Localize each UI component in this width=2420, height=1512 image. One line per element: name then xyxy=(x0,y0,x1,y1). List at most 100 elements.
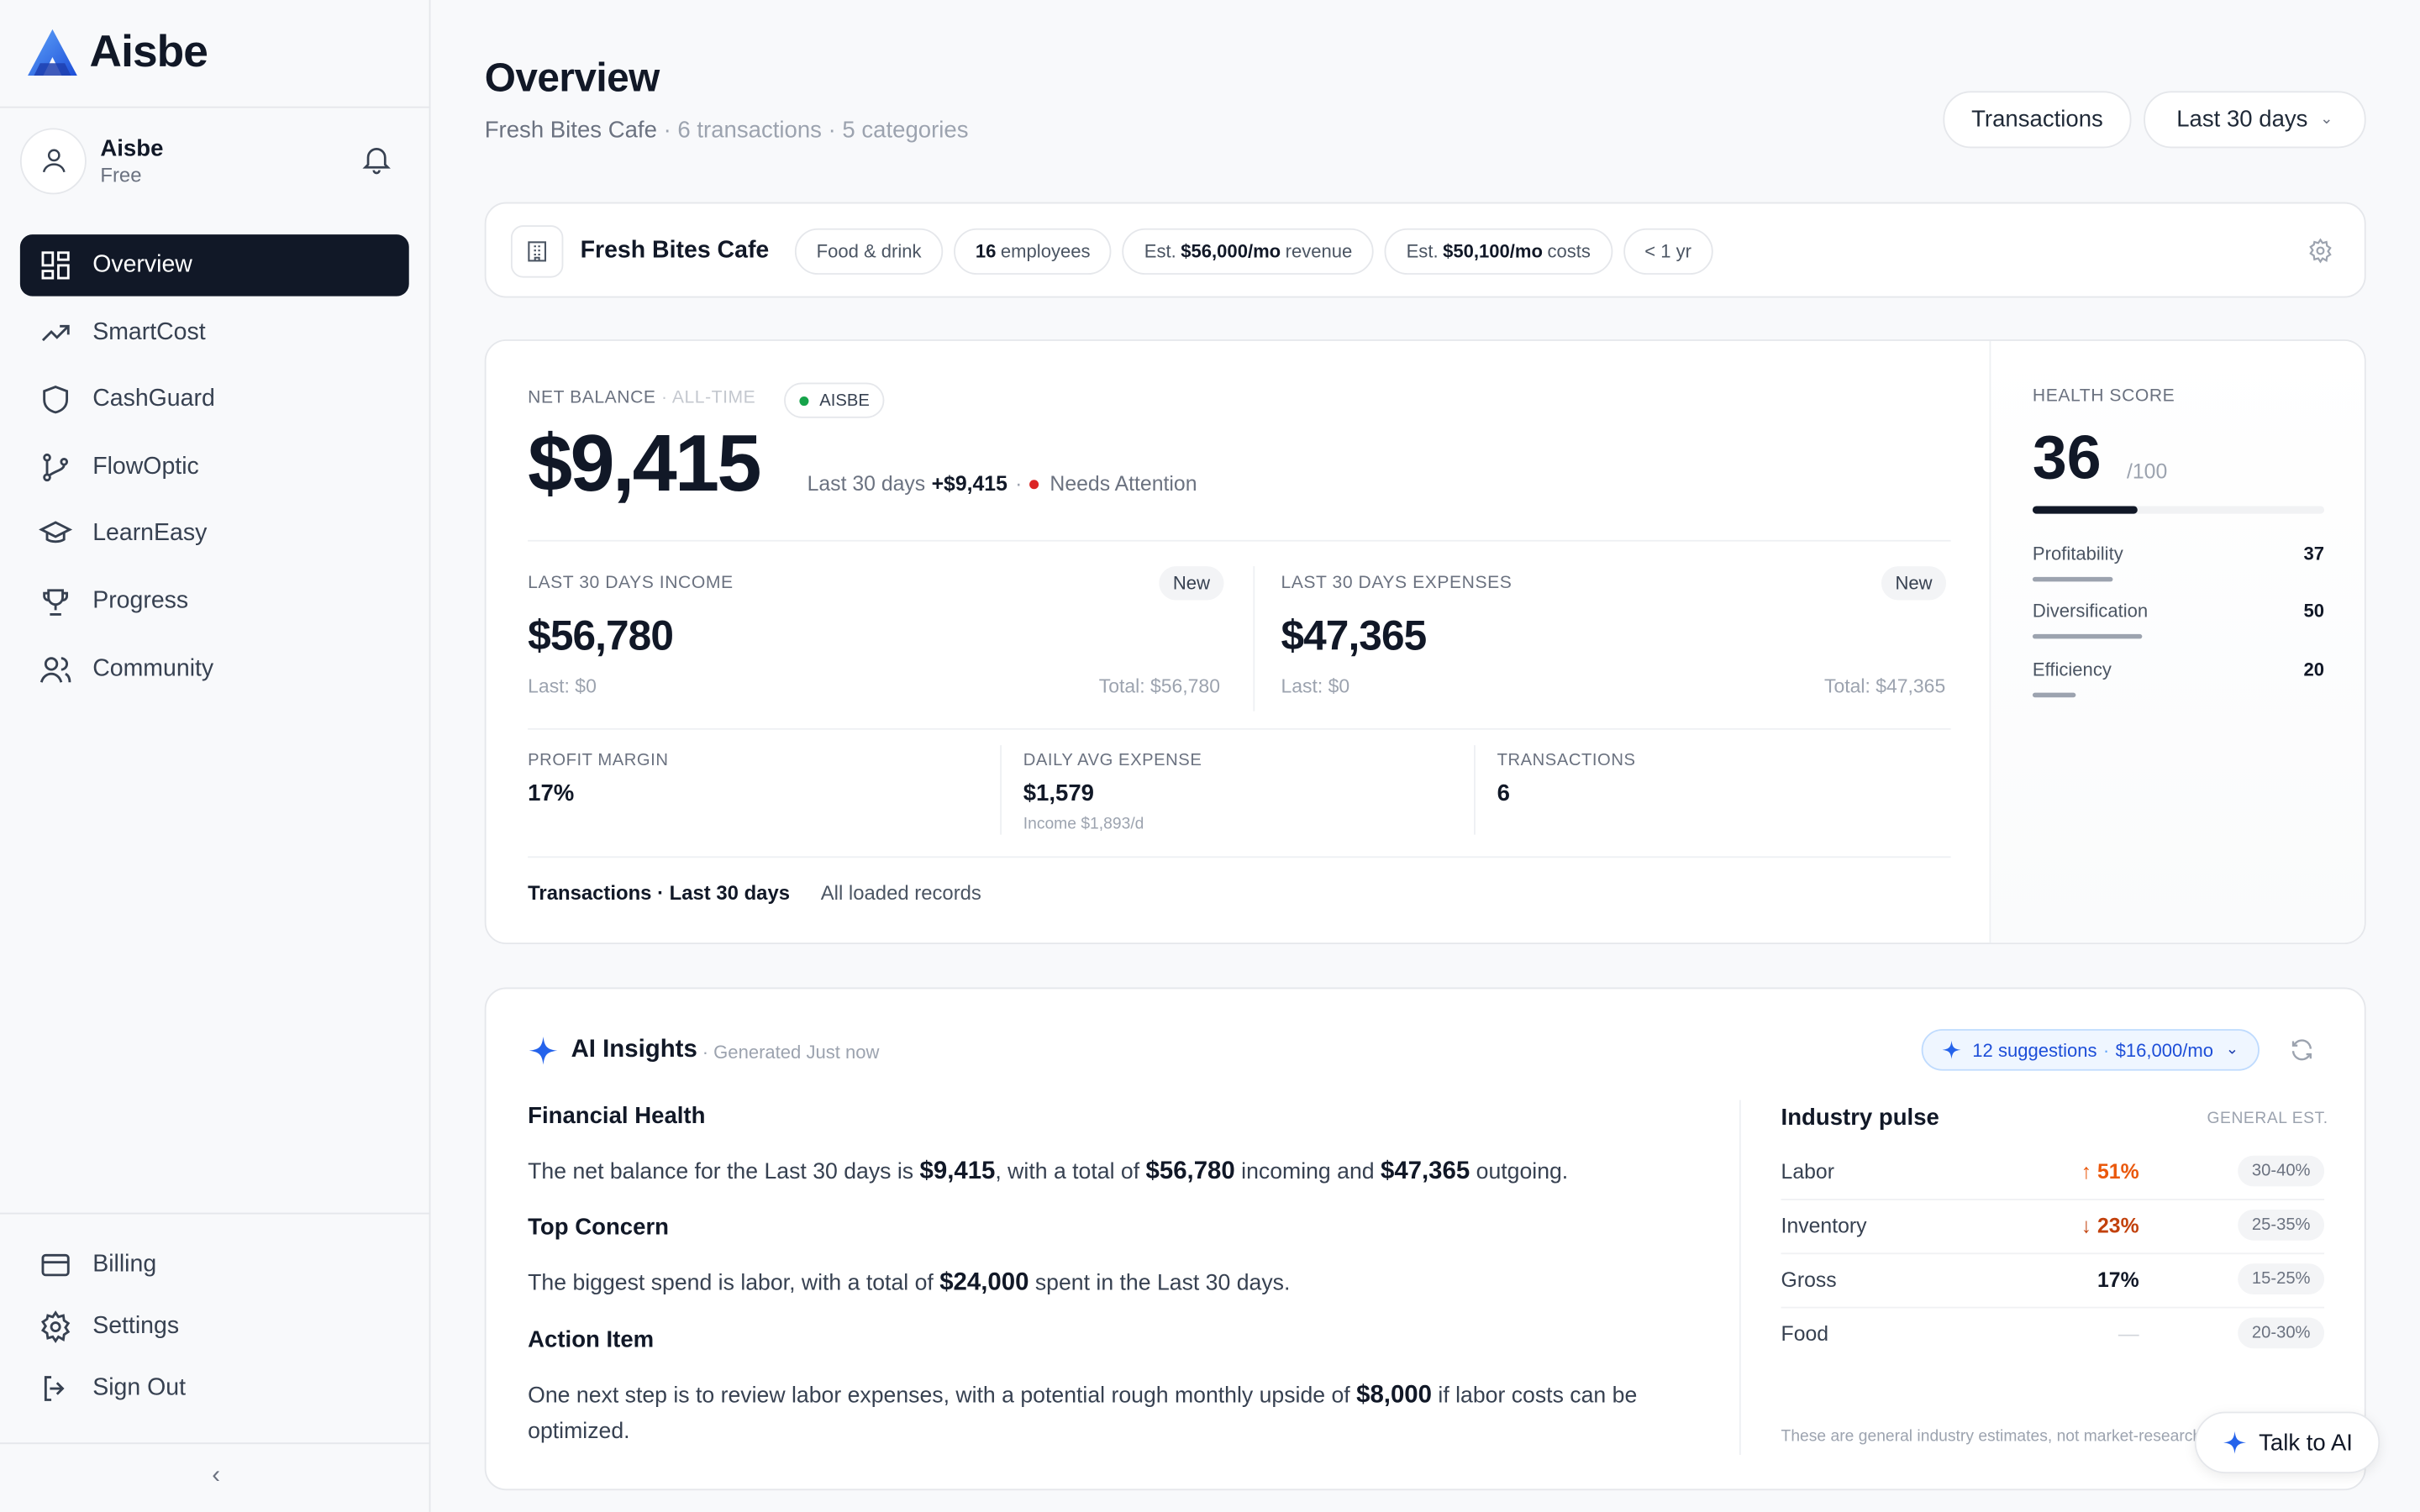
nav-item-smartcost[interactable]: SmartCost xyxy=(20,302,409,363)
divider xyxy=(528,856,1951,858)
balance-meta: Last 30 days +$9,415 · Needs Attention xyxy=(808,472,1197,496)
net-balance-label: NET BALANCE · ALL-TIME xyxy=(528,389,755,407)
chip-employees-text: employees xyxy=(1000,240,1091,263)
nav-label: Settings xyxy=(92,1313,180,1340)
users-icon xyxy=(39,656,71,682)
pulse-value: 17% xyxy=(2097,1268,2139,1292)
nav-label: SmartCost xyxy=(92,318,206,345)
talk-to-ai-button[interactable]: Talk to AI xyxy=(2194,1411,2381,1474)
talk-to-ai-label: Talk to AI xyxy=(2259,1429,2353,1456)
nav-item-overview[interactable]: Overview xyxy=(19,234,409,297)
health-item-name: Diversification xyxy=(2032,600,2149,622)
income-value: $56,780 xyxy=(528,612,674,659)
net-balance-scope: · ALL-TIME xyxy=(660,388,756,407)
health-score-bar xyxy=(2032,506,2325,514)
nav-item-flowoptic[interactable]: FlowOptic xyxy=(20,436,409,497)
health-item-bar xyxy=(2032,576,2114,582)
pulse-name: Inventory xyxy=(1781,1214,1867,1238)
user-profile[interactable]: Aisbe Free xyxy=(19,127,406,195)
separator: · xyxy=(2102,1039,2110,1061)
collapse-sidebar-icon[interactable]: ‹ xyxy=(201,1462,232,1494)
expenses-value: $47,365 xyxy=(1281,612,1427,659)
nav-label: FlowOptic xyxy=(92,453,199,480)
main-content: Overview Fresh Bites Cafe · 6 transactio… xyxy=(430,0,2420,1512)
pulse-name: Gross xyxy=(1781,1268,1837,1292)
chip-age: < 1 yr xyxy=(1623,228,1713,275)
nav-label: Billing xyxy=(92,1251,157,1278)
net-balance-label-text: NET BALANCE xyxy=(528,388,656,407)
industry-pulse-note: These are general industry estimates, no… xyxy=(1781,1426,2198,1446)
subtitle-counts: · 6 transactions · 5 categories xyxy=(656,117,969,144)
nav-item-progress[interactable]: Progress xyxy=(20,571,409,633)
nav-item-settings[interactable]: Settings xyxy=(20,1296,409,1357)
avatar[interactable] xyxy=(19,127,87,194)
refresh-icon[interactable] xyxy=(2289,1037,2315,1063)
brand[interactable]: Aisbe xyxy=(24,24,208,80)
income-label: LAST 30 DAYS INCOME xyxy=(528,574,734,593)
income-new-badge: New xyxy=(1159,566,1224,601)
divider xyxy=(528,539,1951,542)
financial-summary-card: NET BALANCE · ALL-TIME AISBE $9,415 Last… xyxy=(484,339,2366,945)
graduation-cap-icon xyxy=(39,522,73,543)
sparkle-icon xyxy=(529,1036,558,1065)
sparkle-icon xyxy=(1942,1040,1961,1059)
health-item: Efficiency 20 xyxy=(2032,659,2325,698)
income-last: Last: $0 xyxy=(528,675,597,698)
text: outgoing. xyxy=(1470,1160,1569,1185)
pulse-row: Food — 20-30% xyxy=(1781,1309,2325,1362)
profit-margin-label: PROFIT MARGIN xyxy=(528,751,669,770)
pulse-row: Inventory ↓ 23% 25-35% xyxy=(1781,1200,2325,1255)
divider xyxy=(0,1442,431,1445)
health-item-name: Profitability xyxy=(2032,543,2123,565)
status-dot xyxy=(799,396,809,406)
pulse-range: 20-30% xyxy=(2238,1317,2325,1349)
bell-icon[interactable] xyxy=(360,142,393,176)
transactions-footer[interactable]: Transactions · Last 30 days All loaded r… xyxy=(528,881,981,905)
divider xyxy=(528,727,1951,730)
business-chips: Food & drink 16 employees Est. $56,000/mo r… xyxy=(794,228,1713,275)
nav-item-sign-out[interactable]: Sign Out xyxy=(20,1357,409,1419)
sign-out-icon xyxy=(44,1376,65,1401)
profit-margin-value: 17% xyxy=(528,780,575,807)
pulse-row: Labor ↑ 51% 30-40% xyxy=(1781,1147,2325,1200)
text: , with a total of xyxy=(995,1160,1146,1185)
separator: · xyxy=(1015,472,1023,496)
nav-label: LearnEasy xyxy=(92,520,208,547)
user-plan: Free xyxy=(100,162,142,186)
date-range-label: Last 30 days xyxy=(2176,106,2308,133)
gear-icon[interactable] xyxy=(2307,238,2333,264)
highlight-value: $24,000 xyxy=(939,1269,1029,1296)
pulse-value: — xyxy=(2118,1322,2139,1346)
health-score-max: /100 xyxy=(2126,459,2168,483)
building-icon xyxy=(510,225,564,278)
alert-dot xyxy=(1029,479,1039,489)
footer-scope: Transactions · Last 30 days xyxy=(528,880,791,905)
nav-item-learneasy[interactable]: LearnEasy xyxy=(20,503,409,564)
highlight-value: $56,780 xyxy=(1145,1158,1235,1185)
page-title: Overview xyxy=(484,54,660,101)
health-item-value: 20 xyxy=(2303,659,2325,680)
transactions-button[interactable]: Transactions xyxy=(1943,91,2132,149)
daily-avg-value: $1,579 xyxy=(1023,780,1095,807)
business-profile-card: Fresh Bites Cafe Food & drink 16 employee… xyxy=(484,202,2366,298)
ai-insights-card: AI Insights · Generated Just now 12 sugg… xyxy=(484,987,2366,1491)
health-score-value: 36 xyxy=(2032,424,2102,492)
source-badge: AISBE xyxy=(784,382,886,418)
date-range-select[interactable]: Last 30 days ⌄ xyxy=(2144,91,2366,149)
health-item-bar xyxy=(2032,692,2076,698)
nav-label: Overview xyxy=(92,251,192,278)
nav-item-cashguard[interactable]: CashGuard xyxy=(20,369,409,430)
health-item-value: 50 xyxy=(2303,600,2325,622)
nav-item-community[interactable]: Community xyxy=(20,638,409,700)
pulse-range: 15-25% xyxy=(2238,1263,2325,1294)
pulse-row: Gross 17% 15-25% xyxy=(1781,1254,2325,1309)
branch-icon xyxy=(43,453,69,481)
nav-item-billing[interactable]: Billing xyxy=(20,1234,409,1295)
suggestions-dropdown[interactable]: 12 suggestions · $16,000/mo ⌄ xyxy=(1921,1029,2260,1071)
nav-label: Progress xyxy=(92,587,189,614)
user-icon xyxy=(41,149,65,173)
divider xyxy=(1474,745,1476,835)
divider xyxy=(0,1212,431,1215)
ai-generated-time: · Generated Just now xyxy=(702,1041,880,1063)
secondary-nav: Billing Settings Sign Out xyxy=(20,1234,409,1419)
